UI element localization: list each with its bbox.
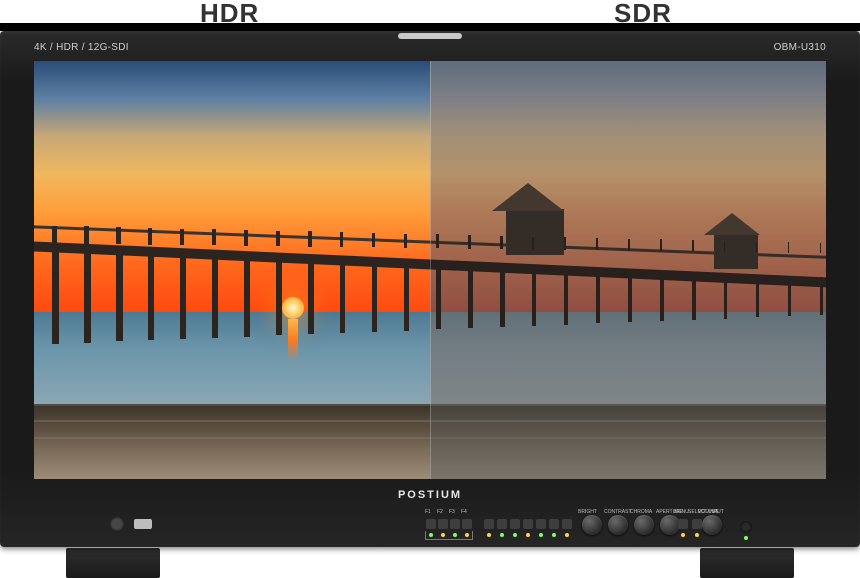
pier-rail-post	[340, 232, 343, 247]
label: SELECT/INPUT	[688, 509, 724, 515]
pier-piling	[148, 253, 154, 340]
led	[500, 533, 504, 537]
pier-rail-post	[148, 228, 152, 245]
headphone-jack-icon[interactable]	[110, 517, 124, 531]
knob-volume[interactable]	[702, 515, 722, 535]
pier-piling	[340, 260, 345, 333]
pier-piling	[84, 251, 91, 342]
monitor-body: 4K / HDR / 12G-SDI OBM-U310	[0, 31, 860, 547]
pier-piling	[212, 256, 218, 338]
label-f2: F2	[437, 509, 443, 515]
led	[539, 533, 543, 537]
pier-rail-post	[84, 226, 89, 243]
button-f1[interactable]	[426, 519, 436, 529]
pier-rail-post	[308, 231, 312, 246]
led-f3	[453, 533, 457, 537]
product-shot: HDR SDR 4K / HDR / 12G-SDI OBM-U310	[0, 0, 860, 578]
label-contrast: CONTRAST	[604, 509, 632, 515]
pier-rail-post	[52, 226, 57, 244]
pier-piling	[404, 262, 409, 330]
button-f2[interactable]	[438, 519, 448, 529]
monitor-foot-right	[700, 548, 794, 578]
button-menu[interactable]	[678, 519, 688, 529]
button-mono[interactable]	[549, 519, 559, 529]
knob-bright[interactable]	[582, 515, 602, 535]
power-led	[744, 536, 748, 540]
led	[487, 533, 491, 537]
pier-rail-post	[404, 234, 407, 248]
pier-rail-post	[116, 227, 121, 244]
led-f2	[441, 533, 445, 537]
split-divider	[430, 61, 431, 479]
label-f1: F1	[425, 509, 431, 515]
pier-rail-post	[212, 229, 216, 245]
control-panel: F1F2F3F4BRIGHTCONTRASTCHROMAAPERTUREVOLU…	[10, 509, 850, 543]
brand-label: POSTIUM	[0, 489, 860, 501]
power-button[interactable]	[740, 521, 752, 533]
pier-piling	[308, 259, 314, 334]
led	[565, 533, 569, 537]
monitor-foot-left	[66, 548, 160, 578]
screen	[34, 61, 826, 479]
pier-piling	[276, 258, 282, 335]
led	[681, 533, 685, 537]
knob-chroma[interactable]	[634, 515, 654, 535]
label-bright: BRIGHT	[578, 509, 597, 515]
label-f4: F4	[461, 509, 467, 515]
label-chroma: CHROMA	[630, 509, 652, 515]
button-f4[interactable]	[462, 519, 472, 529]
label-f3: F3	[449, 509, 455, 515]
led	[526, 533, 530, 537]
pier-rail-post	[180, 229, 184, 245]
pier-piling	[180, 255, 186, 339]
tally-bar	[398, 33, 462, 39]
pier-rail-post	[244, 230, 248, 246]
pier-rail-post	[276, 231, 280, 246]
led	[513, 533, 517, 537]
button-marker[interactable]	[510, 519, 520, 529]
button-scan[interactable]	[484, 519, 494, 529]
spec-label: 4K / HDR / 12G-SDI	[34, 42, 129, 53]
pier-piling	[244, 257, 250, 337]
led	[695, 533, 699, 537]
button-select-input[interactable]	[692, 519, 702, 529]
button-blue-only[interactable]	[536, 519, 546, 529]
led-f1	[429, 533, 433, 537]
sdr-overlay	[430, 61, 826, 479]
button-aspect[interactable]	[497, 519, 507, 529]
led-f4	[465, 533, 469, 537]
pier-piling	[116, 252, 123, 341]
pier-rail-post	[372, 233, 375, 247]
model-label: OBM-U310	[774, 42, 826, 53]
button-h-flip[interactable]	[562, 519, 572, 529]
pier-piling	[52, 250, 59, 344]
label: MENU	[674, 509, 689, 515]
monitor-top-edge	[0, 23, 860, 31]
knob-contrast[interactable]	[608, 515, 628, 535]
button-f3[interactable]	[450, 519, 460, 529]
button-h-v-delay[interactable]	[523, 519, 533, 529]
knob-aperture[interactable]	[660, 515, 680, 535]
led	[552, 533, 556, 537]
usb-port-icon[interactable]	[134, 519, 152, 529]
pier-piling	[372, 261, 377, 331]
